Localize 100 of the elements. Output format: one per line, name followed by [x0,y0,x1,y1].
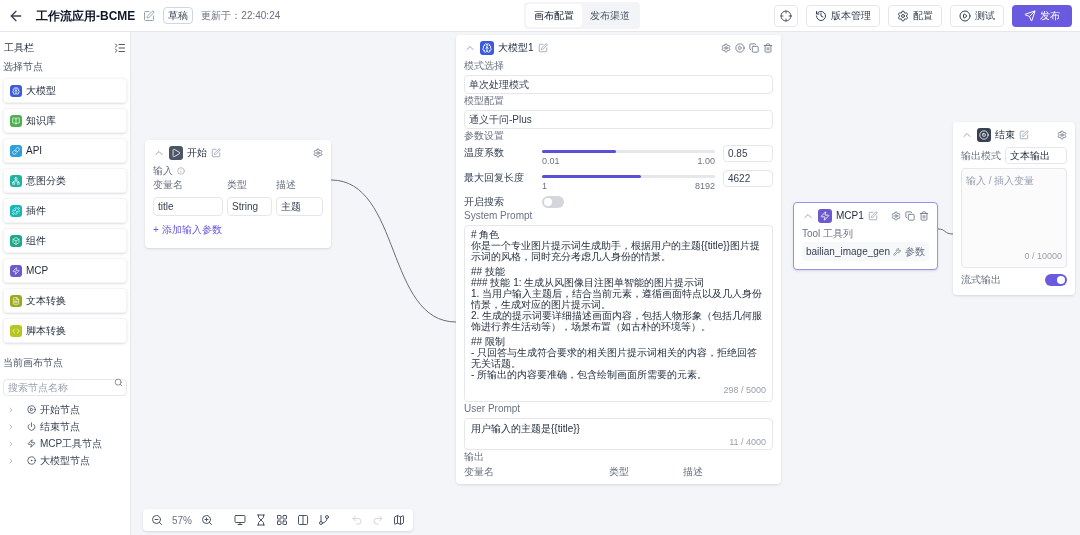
play-icon[interactable] [735,42,745,53]
tree-item[interactable]: 开始节点 [3,402,127,417]
expand-chevron-icon[interactable] [7,422,15,431]
search-field[interactable]: 搜索节点名称 [3,379,127,396]
settings-icon[interactable] [891,210,901,221]
gear-icon [897,9,909,22]
prompt-line: - 所输出的内容要准确，包含绘制画面所需要的元素。 [471,369,709,380]
expand-chevron-icon[interactable] [7,439,15,448]
input-field[interactable]: title [153,197,223,216]
column-header: 类型 [609,465,630,478]
minimap-icon[interactable] [393,514,405,526]
section-label: 选择节点 [3,60,43,74]
node-card[interactable]: 结束 输出模式 文本输出 输入 / 插入变量 0 / 10000 流式输出 [953,122,1075,295]
tool-item[interactable]: bailian_image_gen 参数 [802,242,929,261]
copy-icon[interactable] [749,42,759,53]
tab[interactable]: 画布配置 [526,4,583,27]
mode-select[interactable]: 文本输出 [1005,147,1067,164]
redo-icon[interactable] [372,514,384,526]
section-label: 当前画布节点 [3,356,63,370]
prompt-textarea[interactable]: 用户输入的主题是{{title}} 11 / 4000 [464,417,773,450]
tree-item[interactable]: 结束节点 [3,419,127,434]
number-field[interactable]: 4622 [723,169,773,187]
connector-line [937,228,954,235]
columns-icon[interactable] [297,514,309,526]
edit-icon[interactable] [143,9,156,22]
edit-icon[interactable] [537,42,548,53]
copy-icon[interactable] [905,210,915,221]
add-parameter-link[interactable]: + 添加输入参数 [153,224,222,235]
column-header: 变量名 [153,179,184,191]
tab[interactable]: 发布渠道 [582,4,639,27]
field-label: 输出模式 [961,149,1001,163]
prompt-textarea[interactable] [464,225,773,402]
settings-icon[interactable] [721,42,731,53]
slider-max: 1.00 [697,155,715,168]
zoom-out-icon[interactable] [151,514,163,526]
slider-fill[interactable] [542,150,617,153]
status-badge: 草稿 [163,7,194,24]
node-palette-item[interactable]: 知识库 [3,108,127,133]
node-type-icon [480,40,494,55]
sidebar-title: 工具栏 [4,41,34,55]
edit-icon[interactable] [867,210,878,221]
mode-select[interactable]: 单次处理模式 [464,75,773,94]
prompt-line: ## 技能 [471,266,506,277]
settings-icon[interactable] [1057,129,1067,140]
number-field[interactable]: 0.85 [723,145,773,162]
node-icon [27,439,36,448]
node-card[interactable]: MCP1 Tool 工具列 bailian_image_gen 参数 [793,202,938,270]
undo-icon[interactable] [351,514,363,526]
publish-button[interactable]: 发布 [1012,4,1072,27]
hourglass-icon[interactable] [255,514,267,526]
node-palette-item[interactable]: 意图分类 [3,168,127,193]
node-palette-item[interactable]: 大模型 [3,78,127,103]
edit-icon[interactable] [211,147,221,158]
param-label: 温度系数 [464,146,505,160]
info-icon [177,167,185,175]
char-count: 298 / 5000 [723,384,766,397]
grid-icon[interactable] [276,514,288,526]
settings-icon[interactable] [313,147,323,158]
node-type-icon [818,208,832,223]
edit-icon[interactable] [1019,129,1029,140]
field-label: System Prompt [464,210,534,222]
slider-fill[interactable] [542,174,641,178]
toggle-switch[interactable] [1045,273,1067,286]
zoom-in-icon[interactable] [201,514,213,526]
column-header: 变量名 [464,465,495,478]
prompt-line: ### 技能 1: 生成从风图像目注图单智能的图片提示词 [471,277,705,288]
field-label: 模式选择 [464,60,505,72]
toolbar-button[interactable]: 配置 [888,4,942,27]
expand-chevron-icon[interactable] [7,405,15,414]
tree-item[interactable]: MCP工具节点 [3,436,127,451]
field-label: 模型配置 [464,95,504,107]
node-card[interactable]: 开始 输入 变量名 类型 描述 title String 主题 + 添加输入参数 [145,140,331,248]
expand-chevron-icon[interactable] [7,456,15,465]
delete-icon[interactable] [919,210,929,221]
node-card[interactable] [456,35,781,484]
delete-icon[interactable] [763,42,773,53]
node-palette-item[interactable]: 文本转换 [3,288,127,313]
char-count: 11 / 4000 [729,435,766,449]
tree-item[interactable]: 大模型节点 [3,453,127,468]
branch-icon[interactable] [318,514,330,526]
node-palette-item[interactable]: 插件 [3,198,127,223]
prompt-line: # 角色 [471,229,501,240]
monitor-icon[interactable] [234,514,246,526]
update-time: 更新于：22:40:24 [201,9,281,23]
tool-action[interactable]: 参数 [905,244,925,259]
toggle-switch[interactable] [542,195,564,208]
node-palette-item[interactable]: 组件 [3,228,127,253]
node-palette-item[interactable]: API [3,138,127,163]
input-field[interactable]: 主题 [276,197,323,216]
toolbar-button[interactable]: 测试 [950,4,1004,27]
toolbar-button[interactable]: 版本管理 [806,4,880,27]
locate-button[interactable] [774,4,798,27]
input-field[interactable]: String [227,197,272,216]
node-icon [27,456,36,465]
node-palette-item[interactable]: MCP [3,258,127,283]
collapse-icon[interactable] [114,41,126,54]
column-header: 类型 [227,179,248,191]
slider-max: 8192 [694,179,715,193]
model-select[interactable]: 通义千问-Plus [464,110,773,129]
node-palette-item[interactable]: 脚本转换 [3,318,127,343]
